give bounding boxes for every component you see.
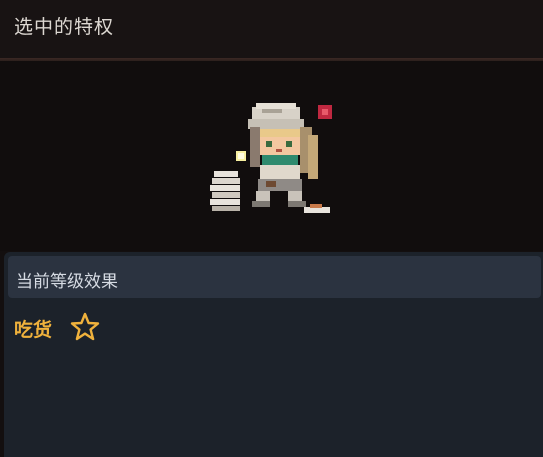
top-bar: 选中的特权 xyxy=(0,0,543,58)
star-outline-icon xyxy=(70,312,100,341)
level-effect-panel: 当前等级效果 吃货 xyxy=(4,252,543,457)
plate-stack-icon xyxy=(210,171,240,211)
level-effect-header: 当前等级效果 xyxy=(8,256,541,298)
perk-name: 吃货 xyxy=(14,319,53,341)
page-title: 选中的特权 xyxy=(14,16,115,38)
character-sprite-icon xyxy=(210,103,332,213)
level-effect-title: 当前等级效果 xyxy=(16,272,118,292)
